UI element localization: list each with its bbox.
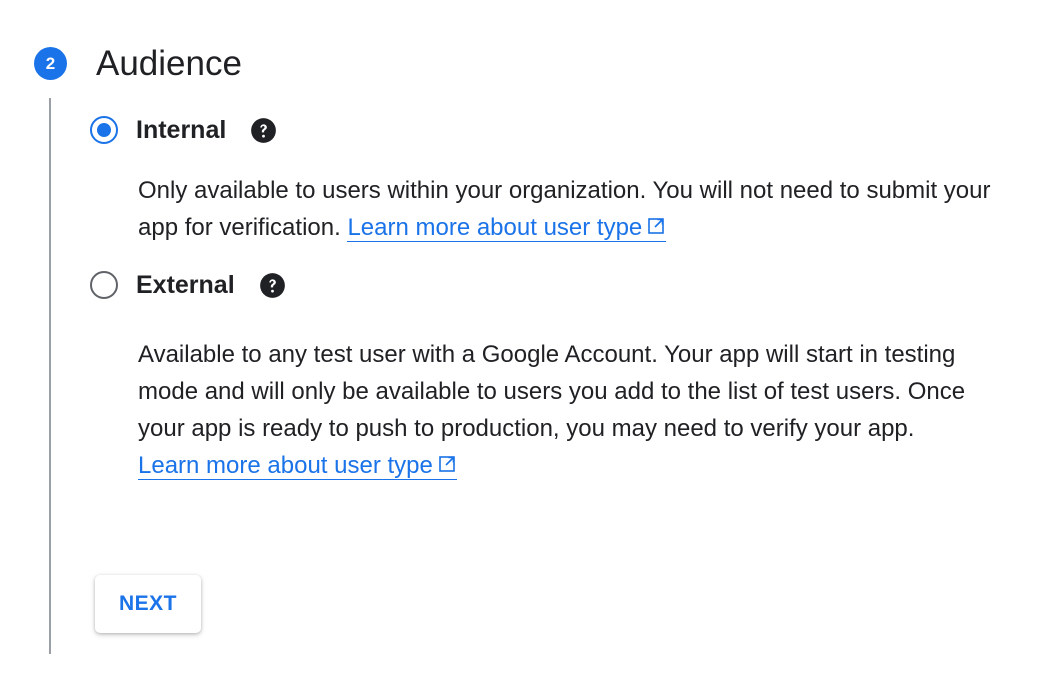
learn-more-link-text: Learn more about user type	[347, 214, 643, 241]
radio-option-external[interactable]: External	[90, 268, 286, 302]
open-in-new-icon	[437, 448, 457, 485]
learn-more-link-internal[interactable]: Learn more about user type	[347, 214, 667, 242]
learn-more-link-text: Learn more about user type	[138, 452, 433, 479]
step-number-badge: 2	[34, 47, 67, 80]
step-title: Audience	[96, 44, 242, 83]
description-text: Available to any test user with a Google…	[138, 341, 966, 442]
help-circle-icon[interactable]	[259, 272, 286, 299]
radio-internal[interactable]	[90, 116, 118, 144]
radio-option-internal[interactable]: Internal	[90, 113, 277, 147]
radio-selected-dot	[97, 123, 111, 137]
step-number: 2	[45, 53, 56, 73]
option-label-external: External	[136, 270, 235, 299]
help-circle-icon[interactable]	[250, 117, 277, 144]
learn-more-link-external[interactable]: Learn more about user type	[138, 452, 457, 480]
audience-step: 2 Audience Internal Only available to us…	[0, 0, 1053, 685]
option-description-external: Available to any test user with a Google…	[138, 336, 998, 485]
open-in-new-icon	[646, 210, 666, 247]
next-button[interactable]: NEXT	[95, 575, 201, 633]
option-description-internal: Only available to users within your orga…	[138, 172, 998, 247]
radio-external[interactable]	[90, 271, 118, 299]
option-label-internal: Internal	[136, 115, 227, 144]
step-connector-line	[49, 98, 51, 654]
